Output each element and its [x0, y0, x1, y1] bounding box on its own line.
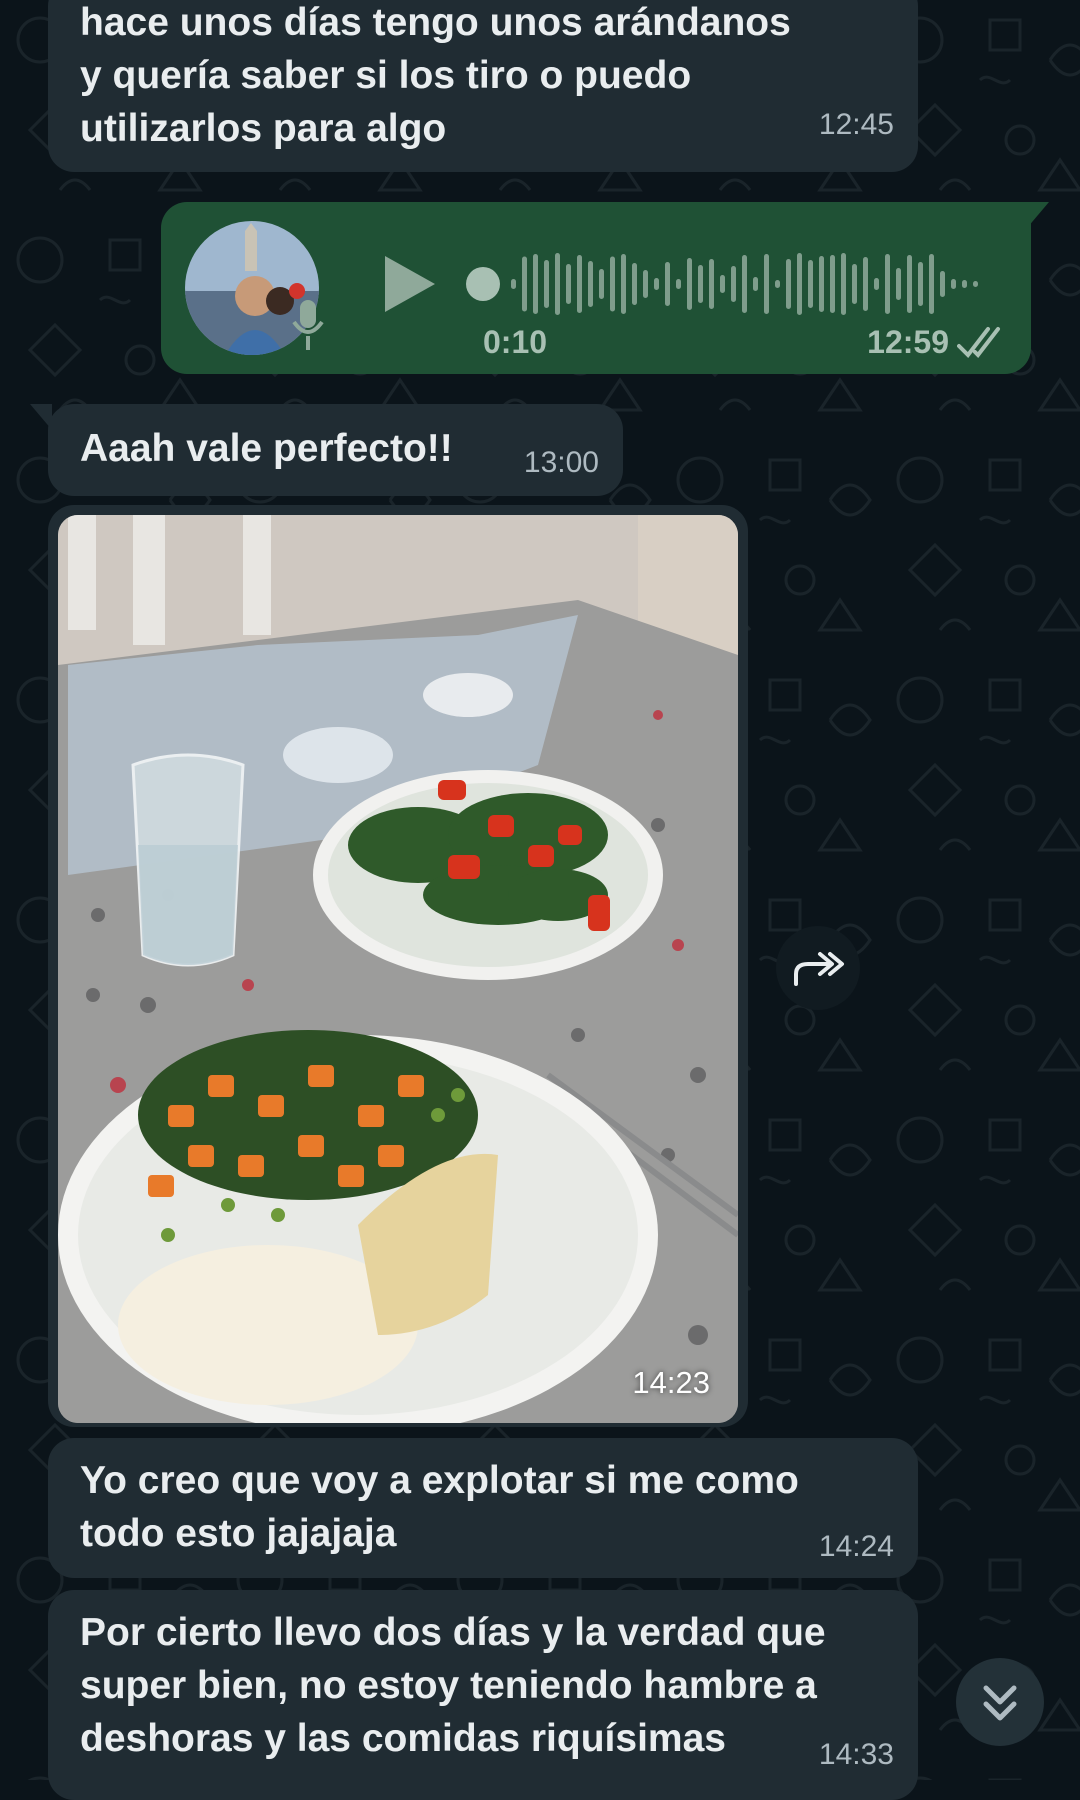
waveform-bar [874, 278, 879, 290]
waveform-bar [918, 262, 923, 306]
message-time: 14:23 [632, 1365, 710, 1400]
waveform-bar [962, 280, 967, 288]
waveform-bar [929, 254, 934, 314]
waveform-bar [588, 261, 593, 307]
message-text: Yo creo que voy a explotar si me como to… [80, 1459, 799, 1555]
waveform-bar [786, 259, 791, 309]
forward-icon [794, 952, 844, 986]
double-chevron-down-icon [983, 1685, 1017, 1721]
waveform-bar [720, 275, 725, 293]
waveform-bar [808, 260, 813, 308]
double-check-icon [957, 327, 1000, 359]
waveform-bar [621, 254, 626, 314]
waveform-bar [973, 281, 978, 287]
food-photo[interactable]: 14:23 [58, 515, 738, 1423]
message-text: Por cierto llevo dos días y la verdad qu… [80, 1611, 826, 1760]
waveform-bar [522, 256, 527, 312]
incoming-message[interactable]: Aaah vale perfecto!! 13:00 [30, 404, 623, 496]
waveform-bar [841, 253, 846, 315]
message-time: 14:33 [818, 1738, 894, 1771]
waveform-bar [819, 256, 824, 312]
waveform-bar [764, 254, 769, 314]
incoming-message[interactable]: hace unos días tengo unos arándanos y qu… [48, 0, 918, 172]
waveform-bar [940, 271, 945, 297]
waveform-bar [632, 263, 637, 305]
waveform-bar [951, 279, 956, 289]
waveform-bar [533, 254, 538, 314]
play-icon[interactable] [379, 252, 439, 316]
voice-message[interactable]: 0:10 12:59 [161, 202, 1049, 374]
waveform-bar [654, 278, 659, 290]
bubble-tail [1027, 202, 1049, 228]
waveform-bar [775, 280, 780, 288]
voice-duration: 0:10 [483, 324, 548, 360]
incoming-message[interactable]: Por cierto llevo dos días y la verdad qu… [48, 1590, 918, 1800]
waveform-bar [797, 253, 802, 315]
waveform-bar [544, 260, 549, 308]
waveform-bar [885, 254, 890, 314]
scroll-to-bottom-button[interactable] [956, 1658, 1044, 1746]
waveform-bar [511, 279, 516, 289]
microphone-icon [292, 300, 324, 350]
message-time: 13:00 [523, 446, 599, 479]
message-time: 12:59 [867, 324, 949, 360]
waveform-bar [577, 255, 582, 313]
waveform-bar [753, 277, 758, 291]
waveform-bar [742, 255, 747, 313]
message-text: hace unos días tengo unos arándanos y qu… [80, 1, 791, 150]
message-time: 14:24 [818, 1530, 894, 1563]
waveform-bar [863, 257, 868, 311]
waveform-bar [698, 265, 703, 303]
waveform-bar [599, 269, 604, 299]
photo-message[interactable]: 14:23 [48, 505, 748, 1427]
waveform-bar [687, 258, 692, 310]
waveform-bar [665, 262, 670, 306]
waveform-bar [830, 255, 835, 313]
waveform-bar [896, 268, 901, 300]
waveform-bar [709, 259, 714, 309]
waveform-bar [907, 255, 912, 313]
waveform-bar [852, 264, 857, 304]
waveform-bar [643, 270, 648, 298]
forward-button[interactable] [776, 926, 860, 1010]
bubble-tail [30, 404, 52, 430]
waveform-bar [610, 256, 615, 312]
message-text: Aaah vale perfecto!! [80, 427, 453, 470]
incoming-message[interactable]: Yo creo que voy a explotar si me como to… [48, 1438, 918, 1578]
waveform[interactable] [461, 244, 991, 324]
message-time: 12:45 [818, 108, 894, 141]
waveform-bar [555, 253, 560, 315]
waveform-bar [731, 266, 736, 302]
waveform-bar [566, 264, 571, 304]
waveform-bar [676, 279, 681, 289]
